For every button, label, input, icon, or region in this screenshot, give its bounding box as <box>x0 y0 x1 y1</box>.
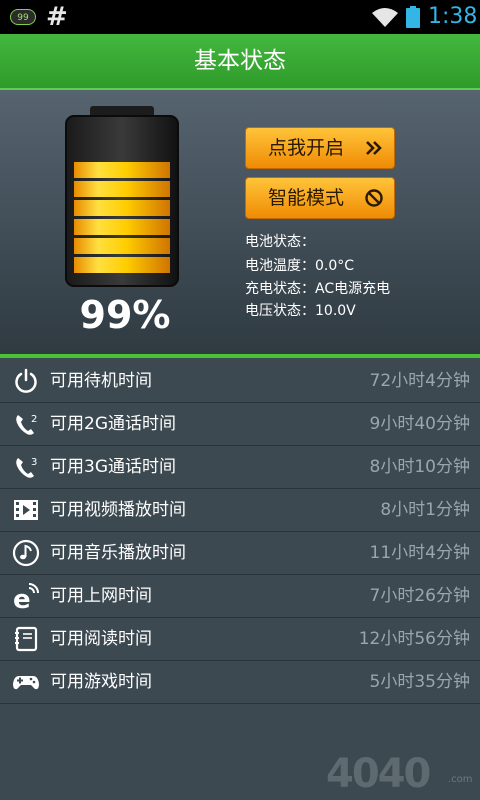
svg-text:3: 3 <box>31 457 37 468</box>
svg-text:2: 2 <box>31 414 37 425</box>
list-item-label: 可用阅读时间 <box>50 629 152 649</box>
battery-icon <box>406 6 420 28</box>
list-item-2g-call[interactable]: 2 可用2G通话时间 9小时40分钟 <box>0 403 480 446</box>
list-item-value: 72小时4分钟 <box>369 371 470 391</box>
list-item-value: 8小时1分钟 <box>380 500 470 520</box>
list-item-label: 可用待机时间 <box>50 371 152 391</box>
panel-divider <box>0 354 480 358</box>
battery-graphic <box>64 106 180 292</box>
list-item-label: 可用上网时间 <box>50 586 152 606</box>
video-icon <box>14 500 38 520</box>
watermark-suffix: .com <box>448 774 473 785</box>
voltage-status-text: 电压状态：10.0V <box>245 303 356 319</box>
battery-percent: 99% <box>79 293 171 337</box>
internet-icon: e <box>13 583 39 610</box>
music-icon <box>12 539 40 567</box>
list-item-gaming[interactable]: 可用游戏时间 5小时35分钟 <box>0 661 480 704</box>
clock: 1:38 <box>428 4 478 29</box>
svg-text:e: e <box>13 585 31 610</box>
list-item-music[interactable]: 可用音乐播放时间 11小时4分钟 <box>0 532 480 575</box>
list-item-label: 可用游戏时间 <box>50 672 152 692</box>
list-item-value: 11小时4分钟 <box>369 543 470 563</box>
list-item-value: 7小时26分钟 <box>369 586 470 606</box>
smart-mode-button-label: 智能模式 <box>268 187 345 209</box>
watermark-logo: 4040 <box>326 751 431 797</box>
list-item-value: 5小时35分钟 <box>369 672 470 692</box>
hash-icon: # <box>46 2 68 32</box>
list-item-standby[interactable]: 可用待机时间 72小时4分钟 <box>0 360 480 403</box>
list-item-value: 9小时40分钟 <box>369 414 470 434</box>
double-chevron-right-icon <box>366 141 382 155</box>
list-item-label: 可用2G通话时间 <box>50 414 176 434</box>
power-icon <box>15 368 37 393</box>
gamepad-icon <box>13 676 39 690</box>
enable-button-label: 点我开启 <box>268 137 345 159</box>
phone-3g-icon: 3 <box>16 457 37 478</box>
smart-mode-button[interactable]: 智能模式 <box>245 177 395 219</box>
list-item-value: 8小时10分钟 <box>369 457 470 477</box>
list-item-reading[interactable]: 可用阅读时间 12小时56分钟 <box>0 618 480 661</box>
list-item-video[interactable]: 可用视频播放时间 8小时1分钟 <box>0 489 480 532</box>
status-bar: 99 # 1:38 <box>0 0 480 34</box>
page-title: 基本状态 <box>194 48 286 74</box>
battery-level-icon <box>65 106 179 287</box>
app-badge-icon: 99 <box>10 9 36 25</box>
charging-status-text: 充电状态：AC电源充电 <box>245 281 391 297</box>
enable-button[interactable]: 点我开启 <box>245 127 395 169</box>
wifi-icon <box>372 8 398 27</box>
battery-status-text: 电池状态： <box>245 234 315 250</box>
list-item-internet[interactable]: e 可用上网时间 7小时26分钟 <box>0 575 480 618</box>
title-bar: 基本状态 <box>0 34 480 90</box>
list-item-label: 可用音乐播放时间 <box>50 543 186 563</box>
list-item-label: 可用3G通话时间 <box>50 457 176 477</box>
battery-temperature-text: 电池温度：0.0°C <box>245 258 355 274</box>
phone-2g-icon: 2 <box>16 414 37 435</box>
list-item-label: 可用视频播放时间 <box>50 500 186 520</box>
list-item-3g-call[interactable]: 3 可用3G通话时间 8小时10分钟 <box>0 446 480 489</box>
prohibited-icon <box>365 189 383 207</box>
list-item-value: 12小时56分钟 <box>358 629 470 649</box>
book-icon <box>15 626 38 652</box>
